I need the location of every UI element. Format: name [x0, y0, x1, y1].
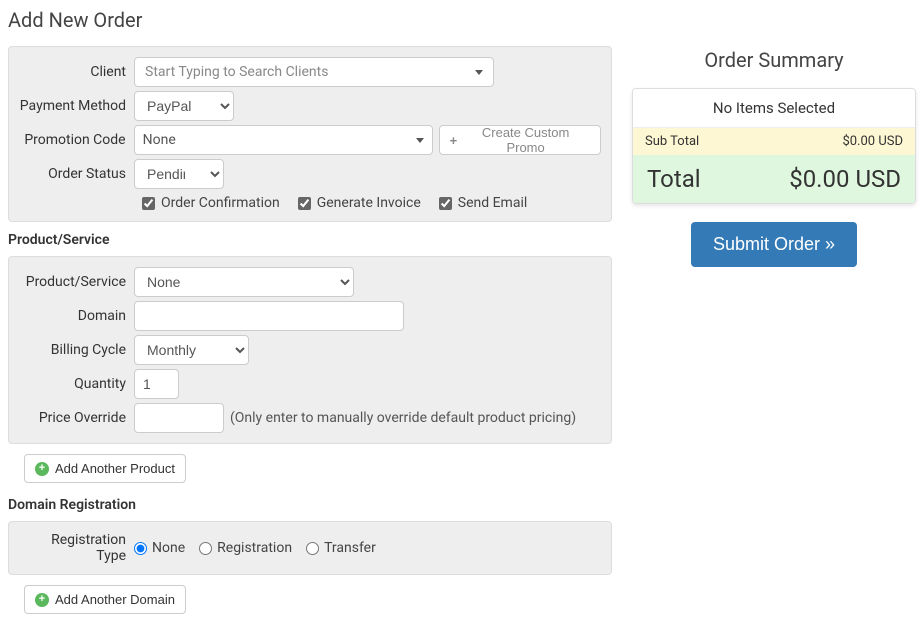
- product-service-label: Product/Service: [19, 274, 134, 290]
- domain-label: Domain: [19, 308, 134, 324]
- total-value: $0.00 USD: [789, 165, 901, 193]
- quantity-label: Quantity: [19, 376, 134, 392]
- order-summary-empty: No Items Selected: [633, 89, 915, 128]
- price-override-label: Price Override: [19, 410, 134, 426]
- order-summary-total-row: Total $0.00 USD: [633, 155, 915, 203]
- generate-invoice-checkbox[interactable]: Generate Invoice: [298, 195, 421, 211]
- registration-type-none[interactable]: None: [134, 540, 185, 556]
- chevron-down-icon: [475, 70, 483, 75]
- client-label: Client: [19, 64, 134, 80]
- generate-invoice-input[interactable]: [298, 197, 311, 210]
- registration-type-none-input[interactable]: [134, 542, 147, 555]
- subtotal-label: Sub Total: [645, 134, 699, 149]
- plus-icon: +: [450, 133, 458, 148]
- order-status-select[interactable]: Pending: [134, 159, 224, 189]
- domain-input[interactable]: [134, 301, 404, 331]
- total-label: Total: [647, 165, 701, 193]
- create-custom-promo-button[interactable]: + Create Custom Promo: [439, 125, 601, 155]
- price-override-input[interactable]: [134, 403, 224, 433]
- add-another-product-button[interactable]: + Add Another Product: [24, 454, 186, 483]
- send-email-checkbox[interactable]: Send Email: [439, 195, 528, 211]
- add-icon: +: [35, 462, 49, 476]
- price-override-hint: (Only enter to manually override default…: [230, 410, 576, 426]
- submit-order-button[interactable]: Submit Order »: [691, 222, 857, 267]
- billing-cycle-label: Billing Cycle: [19, 342, 134, 358]
- client-search-input[interactable]: Start Typing to Search Clients: [134, 57, 494, 87]
- order-panel: Client Start Typing to Search Clients Pa…: [8, 46, 612, 222]
- order-summary-title: Order Summary: [632, 48, 916, 72]
- billing-cycle-select[interactable]: Monthly: [134, 335, 249, 365]
- order-confirmation-label: Order Confirmation: [161, 195, 280, 211]
- generate-invoice-label: Generate Invoice: [317, 195, 421, 211]
- promotion-code-label: Promotion Code: [19, 132, 134, 148]
- client-placeholder: Start Typing to Search Clients: [145, 64, 328, 80]
- add-another-product-label: Add Another Product: [55, 461, 175, 476]
- order-confirmation-checkbox[interactable]: Order Confirmation: [142, 195, 280, 211]
- registration-type-registration-input[interactable]: [199, 542, 212, 555]
- order-status-label: Order Status: [19, 166, 134, 182]
- payment-method-select[interactable]: PayPal: [134, 91, 234, 121]
- create-custom-promo-label: Create Custom Promo: [461, 125, 590, 155]
- product-section-heading: Product/Service: [8, 232, 612, 248]
- product-panel: Product/Service None Domain Billing Cycl…: [8, 256, 612, 444]
- product-service-select[interactable]: None: [134, 267, 354, 297]
- payment-method-label: Payment Method: [19, 98, 134, 114]
- order-summary-box: No Items Selected Sub Total $0.00 USD To…: [632, 88, 916, 204]
- add-icon: +: [35, 593, 49, 607]
- page-title: Add New Order: [8, 8, 916, 32]
- registration-type-label: Registration Type: [19, 532, 134, 564]
- promotion-code-select[interactable]: None: [134, 125, 433, 155]
- add-another-domain-label: Add Another Domain: [55, 592, 175, 607]
- registration-type-none-label: None: [152, 540, 185, 556]
- send-email-label: Send Email: [458, 195, 528, 211]
- send-email-input[interactable]: [439, 197, 452, 210]
- quantity-input[interactable]: [134, 369, 179, 399]
- order-summary-subtotal-row: Sub Total $0.00 USD: [633, 128, 915, 155]
- chevron-down-icon: [416, 138, 424, 143]
- registration-type-transfer[interactable]: Transfer: [306, 540, 376, 556]
- registration-type-registration[interactable]: Registration: [199, 540, 292, 556]
- domain-panel: Registration Type None Registration Tran…: [8, 521, 612, 575]
- domain-section-heading: Domain Registration: [8, 497, 612, 513]
- registration-type-registration-label: Registration: [217, 540, 292, 556]
- promotion-code-value: None: [143, 132, 176, 148]
- registration-type-transfer-label: Transfer: [324, 540, 376, 556]
- order-confirmation-input[interactable]: [142, 197, 155, 210]
- registration-type-transfer-input[interactable]: [306, 542, 319, 555]
- subtotal-value: $0.00 USD: [842, 134, 903, 149]
- add-another-domain-button[interactable]: + Add Another Domain: [24, 585, 186, 614]
